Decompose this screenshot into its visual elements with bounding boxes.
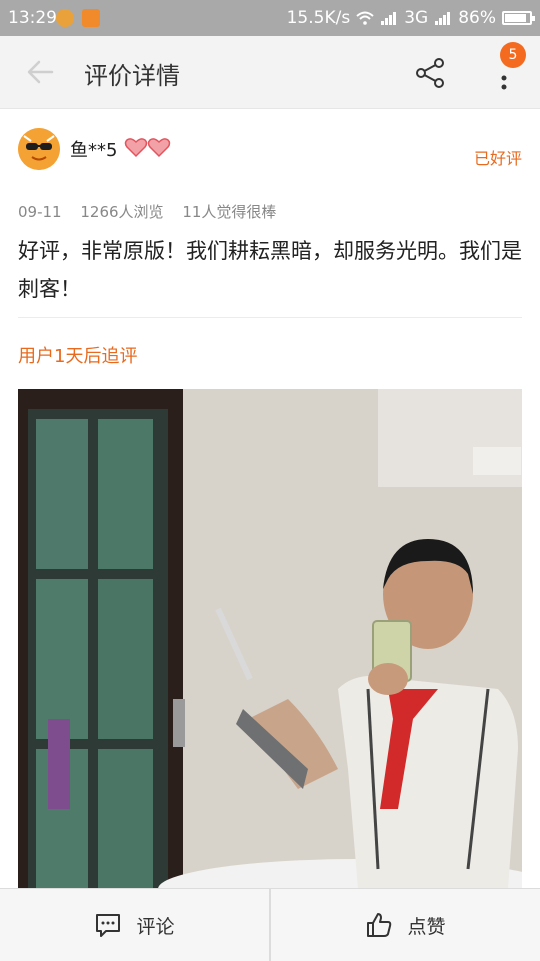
rating-status: 已好评 (473, 149, 522, 168)
like-button[interactable]: 点赞 (271, 889, 540, 961)
network-type: 3G (404, 8, 429, 28)
thumbs-up-icon (367, 913, 392, 937)
notification-app-icon (56, 9, 74, 27)
net-speed: 15.5K/s (286, 8, 351, 28)
comment-icon (96, 914, 121, 937)
review-photo[interactable] (18, 389, 522, 889)
followup-label: 用户1天后追评 (18, 346, 138, 367)
review-text: 好评，非常原版！我们耕耘黑暗，却服务光明。我们是刺客！ (18, 239, 522, 301)
share-icon[interactable] (414, 56, 448, 90)
page-title: 评价详情 (84, 62, 180, 90)
status-bar: 13:29 15.5K/s 3G 86% (0, 0, 540, 36)
app-header: 评价详情 5 (0, 36, 540, 109)
review-date: 09-11 (18, 203, 62, 221)
status-time: 13:29 (8, 8, 57, 28)
comment-button[interactable]: 评论 (0, 889, 269, 961)
status-indicators: 15.5K/s 3G 86% (286, 8, 535, 28)
battery-percent: 86% (458, 8, 496, 28)
notification-badge: 5 (500, 42, 526, 68)
view-count: 1266人浏览 (80, 203, 164, 221)
notification-store-icon (82, 9, 100, 27)
back-arrow-icon[interactable] (22, 56, 58, 88)
review-meta: 09-11 1266人浏览 11人觉得很棒 (18, 201, 290, 222)
member-hearts-icon (124, 138, 171, 158)
wifi-icon (356, 11, 374, 25)
like-count: 11人觉得很棒 (182, 203, 277, 221)
divider (18, 317, 522, 318)
signal-icon (381, 12, 397, 25)
avatar[interactable] (18, 128, 60, 170)
signal-icon-2 (435, 12, 451, 25)
battery-icon (502, 11, 535, 25)
bottom-action-bar: 评论 点赞 (0, 888, 540, 961)
like-label: 点赞 (407, 915, 446, 938)
reviewer-row: 鱼**5 已好评 (0, 108, 540, 198)
avatar-face-icon (18, 128, 60, 170)
username: 鱼**5 (70, 140, 118, 161)
review-photo-image (18, 389, 522, 889)
comment-label: 评论 (136, 915, 175, 938)
